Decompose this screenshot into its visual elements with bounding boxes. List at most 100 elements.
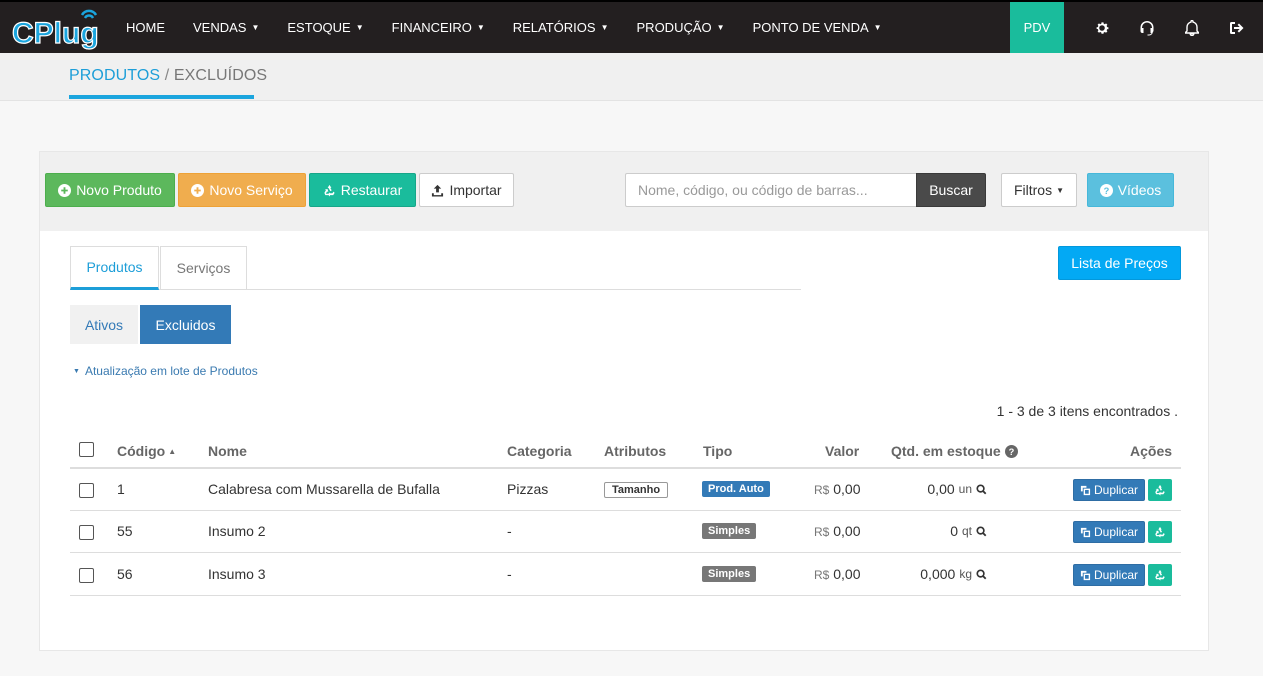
tab-produtos[interactable]: Produtos xyxy=(70,246,159,290)
header-tipo: Tipo xyxy=(703,443,733,459)
attribute-label: Tamanho xyxy=(604,482,669,498)
caret-down-icon: ▼ xyxy=(476,23,485,32)
nav-home[interactable]: HOME xyxy=(112,2,179,53)
cell-qtd: 0 qt xyxy=(950,523,987,539)
duplicar-button[interactable]: Duplicar xyxy=(1073,479,1146,501)
duplicar-button[interactable]: Duplicar xyxy=(1073,521,1146,543)
cell-codigo: 1 xyxy=(117,481,125,497)
cell-categoria: - xyxy=(507,566,512,582)
cell-valor: R$ 0,00 xyxy=(814,481,861,497)
table-row: 55 Insumo 2 - Simples R$ 0,00 0 qt Duplicar xyxy=(70,511,1181,553)
breadcrumb-produtos[interactable]: PRODUTOS xyxy=(69,67,160,84)
batch-update-label: Atualização em lote de Produtos xyxy=(84,364,258,378)
row-checkbox[interactable] xyxy=(79,568,94,583)
nav-estoque[interactable]: ESTOQUE ▼ xyxy=(273,2,377,53)
cplug-logo[interactable]: CPlug xyxy=(12,5,104,51)
table-header: Código ▲ Nome Categoria Atributos Tipo Va… xyxy=(70,435,1181,469)
copy-icon xyxy=(1080,485,1091,495)
cell-nome[interactable]: Insumo 2 xyxy=(208,523,266,539)
restore-row-button[interactable] xyxy=(1148,521,1172,543)
header-qtd: Qtd. em estoque ? xyxy=(891,443,1018,459)
cell-valor: R$ 0,00 xyxy=(814,566,861,582)
pdv-button[interactable]: PDV xyxy=(1010,2,1064,53)
select-all-checkbox[interactable] xyxy=(79,442,94,457)
top-navbar: CPlug HOME VENDAS ▼ ESTOQUE ▼ FINANCEIRO ▼ RELA… xyxy=(0,0,1263,53)
caret-down-icon: ▼ xyxy=(1056,185,1065,195)
search-icon[interactable] xyxy=(976,525,987,537)
logout-icon[interactable] xyxy=(1222,2,1252,53)
bell-icon[interactable] xyxy=(1177,2,1207,53)
caret-down-icon: ▼ xyxy=(716,23,725,32)
header-nome: Nome xyxy=(208,443,247,459)
search-icon[interactable] xyxy=(976,568,987,580)
header-acoes: Ações xyxy=(1130,443,1173,459)
copy-icon xyxy=(1080,570,1091,580)
upload-icon xyxy=(432,184,444,197)
buscar-button[interactable]: Buscar xyxy=(916,173,986,207)
tipo-badge: Simples xyxy=(702,523,757,539)
videos-label: Vídeos xyxy=(1117,182,1162,198)
nav-vendas[interactable]: VENDAS ▼ xyxy=(179,2,273,53)
novo-produto-button[interactable]: Novo Produto xyxy=(45,173,175,207)
search-input[interactable] xyxy=(625,173,916,207)
nav-label: FINANCEIRO xyxy=(391,20,472,35)
cell-qtd: 0,00 un xyxy=(927,481,987,497)
headset-icon[interactable] xyxy=(1132,2,1162,53)
nav-produção[interactable]: PRODUÇÃO ▼ xyxy=(623,2,739,53)
nav-label: RELATÓRIOS xyxy=(512,20,596,35)
duplicar-label: Duplicar xyxy=(1094,525,1139,539)
cell-categoria: - xyxy=(507,523,512,539)
gear-icon[interactable] xyxy=(1087,2,1117,53)
cell-codigo: 55 xyxy=(117,523,133,539)
novo-produto-label: Novo Produto xyxy=(76,182,162,198)
nav-financeiro[interactable]: FINANCEIRO ▼ xyxy=(378,2,499,53)
filtros-label: Filtros xyxy=(1013,182,1053,198)
importar-button[interactable]: Importar xyxy=(419,173,514,207)
nav-ponto-de-venda[interactable]: PONTO DE VENDA ▼ xyxy=(739,2,896,53)
restaurar-button[interactable]: Restaurar xyxy=(309,173,416,207)
table-row: 1 Calabresa com Mussarella de Bufalla Pizz… xyxy=(70,469,1181,511)
restore-row-button[interactable] xyxy=(1148,564,1172,586)
pill-excluidos[interactable]: Excluidos xyxy=(140,305,231,344)
header-atributos: Atributos xyxy=(604,443,667,459)
copy-icon xyxy=(1080,527,1091,537)
header-codigo[interactable]: Código ▲ xyxy=(117,443,176,459)
header-valor: Valor xyxy=(825,443,860,459)
batch-update-link[interactable]: ▼ Atualização em lote de Produtos xyxy=(73,364,258,378)
caret-down-icon: ▼ xyxy=(873,23,882,32)
nav-label: PONTO DE VENDA xyxy=(752,20,869,35)
cell-categoria: Pizzas xyxy=(507,481,549,497)
row-checkbox[interactable] xyxy=(79,483,94,498)
products-panel: Novo Produto Novo Serviço Restaurar Impo… xyxy=(39,151,1209,651)
novo-servico-label: Novo Serviço xyxy=(209,182,293,198)
filtros-dropdown[interactable]: Filtros ▼ xyxy=(1001,173,1077,207)
lista-precos-button[interactable]: Lista de Preços xyxy=(1058,246,1181,280)
cell-nome[interactable]: Calabresa com Mussarella de Bufalla xyxy=(208,481,440,497)
recycle-icon xyxy=(1155,526,1165,538)
caret-down-icon: ▼ xyxy=(600,23,609,32)
results-count: 1 - 3 de 3 itens encontrados . xyxy=(996,403,1178,419)
question-circle-icon: ? xyxy=(1099,183,1113,197)
caret-down-icon: ▼ xyxy=(251,23,260,32)
search-icon[interactable] xyxy=(976,483,987,495)
caret-down-icon: ▼ xyxy=(73,367,80,375)
tipo-badge: Prod. Auto xyxy=(702,481,770,497)
videos-button[interactable]: ? Vídeos xyxy=(1087,173,1174,207)
recycle-icon xyxy=(1155,569,1165,581)
novo-servico-button[interactable]: Novo Serviço xyxy=(178,173,306,207)
breadcrumb-underline xyxy=(69,95,254,99)
row-checkbox[interactable] xyxy=(79,525,94,540)
breadcrumb-excluidos: EXCLUÍDOS xyxy=(173,67,268,84)
tab-servicos[interactable]: Serviços xyxy=(160,246,247,290)
nav-relatórios[interactable]: RELATÓRIOS ▼ xyxy=(499,2,623,53)
importar-label: Importar xyxy=(449,182,502,198)
cell-nome[interactable]: Insumo 3 xyxy=(208,566,266,582)
cell-codigo: 56 xyxy=(117,566,133,582)
restore-row-button[interactable] xyxy=(1148,479,1172,501)
question-circle-icon[interactable]: ? xyxy=(1004,444,1018,458)
pill-ativos[interactable]: Ativos xyxy=(70,305,138,344)
breadcrumb-bar: PRODUTOS / EXCLUÍDOS xyxy=(0,53,1263,101)
nav-label: ESTOQUE xyxy=(287,20,351,35)
svg-text:?: ? xyxy=(1008,446,1014,456)
duplicar-button[interactable]: Duplicar xyxy=(1073,564,1146,586)
